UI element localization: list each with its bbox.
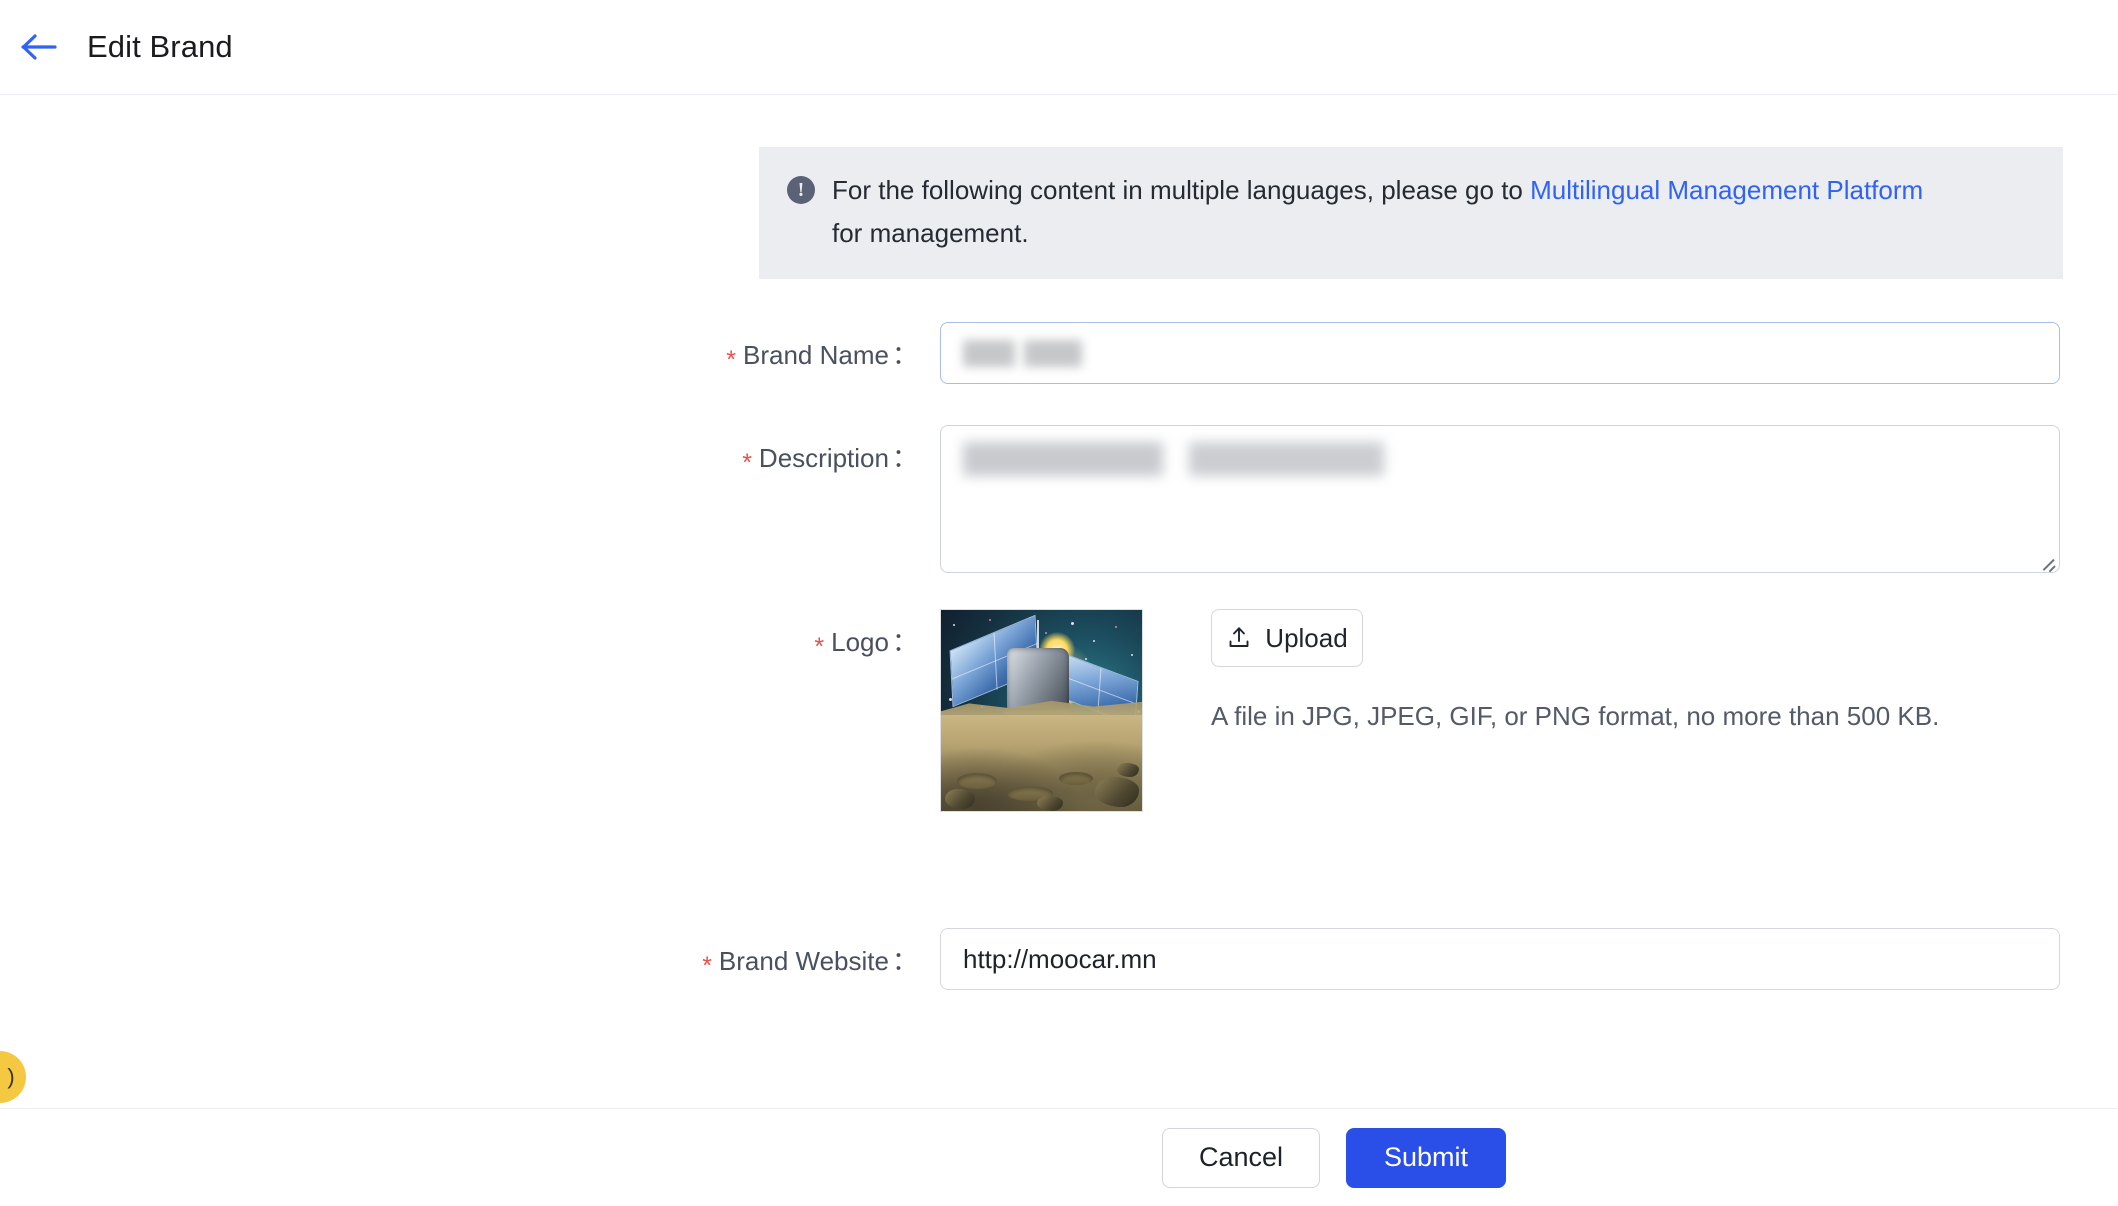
description-label-text: Description — [758, 443, 889, 473]
logo-label: * Logo： — [618, 609, 918, 661]
brand-website-input[interactable]: http://moocar.mn — [940, 928, 2060, 990]
upload-button[interactable]: Upload — [1211, 609, 1363, 667]
description-field-wrap — [940, 425, 2060, 573]
redacted-text-line — [963, 442, 2037, 476]
label-colon: ： — [891, 946, 918, 976]
brand-name-label: * Brand Name： — [618, 322, 918, 374]
logo-format-hint: A file in JPG, JPEG, GIF, or PNG format,… — [1211, 701, 1940, 731]
required-marker: * — [814, 633, 825, 661]
brand-logo-thumbnail[interactable] — [940, 609, 1143, 812]
label-colon: ： — [891, 627, 918, 657]
required-marker: * — [742, 449, 752, 477]
redacted-value-part — [963, 339, 1015, 367]
form-row-brand-website: * Brand Website： http://moocar.mn — [618, 928, 2060, 990]
form-body: ! For the following content in multiple … — [0, 96, 2118, 1108]
brand-name-field-wrap — [940, 322, 2060, 384]
cancel-button[interactable]: Cancel — [1162, 1127, 1320, 1188]
brand-name-label-text: Brand Name — [743, 340, 889, 370]
page-header: Edit Brand — [0, 0, 2118, 95]
submit-button[interactable]: Submit — [1346, 1127, 1506, 1188]
info-circle-icon: ! — [787, 176, 815, 204]
banner-text-before: For the following content in multiple la… — [832, 175, 1531, 205]
upload-icon — [1226, 625, 1252, 651]
logo-field-wrap: Upload A file in JPG, JPEG, GIF, or PNG … — [940, 609, 1939, 812]
chat-bubble-icon[interactable]: ) — [0, 1051, 26, 1103]
label-colon: ： — [891, 443, 918, 473]
chat-bubble-glyph: ) — [7, 1064, 15, 1089]
back-arrow-icon[interactable] — [10, 18, 68, 76]
redacted-value-part — [1189, 442, 1384, 476]
redacted-value-part — [963, 442, 1163, 476]
banner-text: For the following content in multiple la… — [832, 169, 1952, 255]
brand-website-field-wrap: http://moocar.mn — [940, 928, 2060, 990]
brand-name-input[interactable] — [940, 322, 2060, 384]
brand-website-label: * Brand Website： — [618, 928, 918, 980]
textarea-resize-handle[interactable] — [2040, 553, 2056, 569]
banner-text-after: for management. — [832, 218, 1029, 248]
form-row-logo: * Logo： Upload A file in JPG, JPEG, GIF,… — [618, 609, 1939, 812]
upload-button-label: Upload — [1265, 622, 1348, 653]
multilingual-management-platform-link[interactable]: Multilingual Management Platform — [1530, 175, 1923, 205]
description-textarea[interactable] — [940, 425, 2060, 573]
page-title: Edit Brand — [87, 29, 233, 64]
form-row-brand-name: * Brand Name： — [618, 322, 2060, 384]
logo-controls: Upload A file in JPG, JPEG, GIF, or PNG … — [1211, 609, 1939, 732]
multilingual-info-banner: ! For the following content in multiple … — [759, 147, 2063, 279]
redacted-value-part — [1024, 339, 1082, 367]
edit-brand-page: Edit Brand ! For the following content i… — [0, 0, 2118, 1206]
description-label: * Description： — [618, 425, 918, 477]
required-marker: * — [726, 346, 737, 374]
form-row-description: * Description： — [618, 425, 2060, 573]
antenna-mast — [1037, 620, 1039, 650]
form-footer: Cancel Submit — [0, 1108, 2118, 1206]
label-colon: ： — [891, 340, 918, 370]
required-marker: * — [702, 952, 712, 980]
brand-website-label-text: Brand Website — [718, 946, 889, 976]
logo-label-text: Logo — [831, 627, 889, 657]
